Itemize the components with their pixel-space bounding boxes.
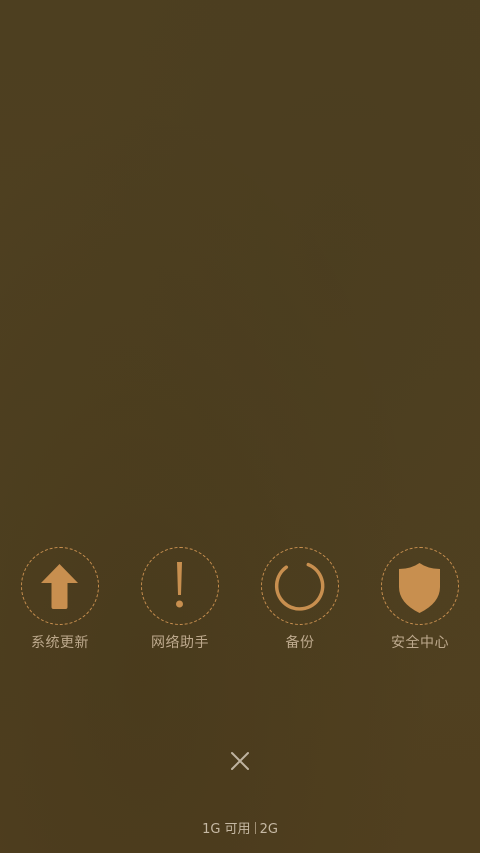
security-center-button[interactable]: 安全中心 <box>360 547 480 657</box>
system-update-label: 系统更新 <box>31 635 89 651</box>
shield-icon <box>399 563 440 613</box>
exclamation-icon <box>176 562 183 608</box>
backup-label: 备份 <box>285 635 315 651</box>
backup-circle <box>261 547 339 625</box>
wallpaper-background <box>0 0 480 853</box>
memory-total: 2G <box>259 822 278 837</box>
close-button[interactable] <box>222 743 258 779</box>
refresh-arc-icon <box>274 562 325 611</box>
network-assistant-label: 网络助手 <box>151 635 209 651</box>
close-icon <box>231 752 249 770</box>
network-assistant-circle <box>141 547 219 625</box>
security-center-label: 安全中心 <box>391 635 449 651</box>
network-assistant-button[interactable]: 网络助手 <box>120 547 240 657</box>
memory-available: 1G 可用 <box>202 822 251 837</box>
system-update-button[interactable]: 系统更新 <box>0 547 120 657</box>
backup-button[interactable]: 备份 <box>240 547 360 657</box>
security-center-circle <box>381 547 459 625</box>
memory-separator <box>254 822 256 834</box>
arrow-up-icon <box>41 564 78 609</box>
memory-status: 1G 可用 2G <box>0 818 480 837</box>
quick-tools-row: 系统更新 网络助手 备份 安全中心 <box>0 547 480 657</box>
system-update-circle <box>21 547 99 625</box>
